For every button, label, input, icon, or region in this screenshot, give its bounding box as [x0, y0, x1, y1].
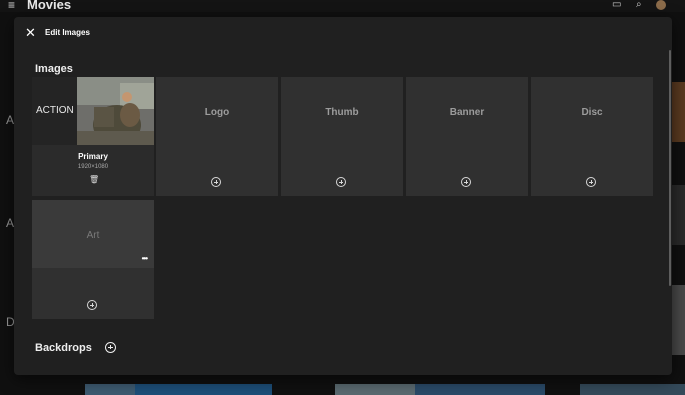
background-poster	[85, 384, 135, 395]
add-circle-icon[interactable]	[87, 300, 97, 310]
app-header: ≡ Movies ▭ ⌕	[0, 0, 685, 12]
add-circle-icon[interactable]	[211, 177, 221, 187]
card-label: Logo	[204, 107, 230, 118]
backdrops-section-title: Backdrops	[35, 342, 92, 354]
image-card-logo: Logo	[156, 77, 278, 196]
more-horiz-icon[interactable]: •••	[142, 255, 148, 263]
primary-image: ACTION	[32, 77, 154, 145]
image-card-art: Art •••	[32, 200, 154, 319]
background-poster	[135, 384, 272, 395]
close-icon[interactable]: ✕	[25, 26, 36, 40]
image-card-primary[interactable]: ACTION Primary 1920×1080 🗑	[32, 77, 154, 196]
background-poster	[415, 384, 545, 395]
images-section-title: Images	[35, 63, 73, 75]
background-row-letter: A	[6, 113, 15, 127]
cast-icon[interactable]: ▭	[612, 0, 621, 11]
scrollbar[interactable]	[669, 50, 671, 286]
trash-icon[interactable]: 🗑	[89, 176, 99, 184]
primary-label: Primary	[78, 152, 108, 161]
background-row-letter: A	[6, 216, 15, 230]
primary-caption: Primary 1920×1080 🗑	[32, 145, 154, 196]
app-title: Movies	[27, 0, 72, 12]
image-card-thumb: Thumb	[281, 77, 403, 196]
add-circle-icon[interactable]	[336, 177, 346, 187]
card-label: Thumb	[325, 107, 359, 118]
add-circle-icon[interactable]	[461, 177, 471, 187]
card-label: Banner	[449, 107, 485, 118]
add-circle-icon[interactable]	[586, 177, 596, 187]
image-card-banner: Banner	[406, 77, 528, 196]
primary-resolution: 1920×1080	[77, 164, 109, 170]
search-icon[interactable]: ⌕	[636, 0, 642, 11]
edit-images-dialog: ✕ Edit Images Images ACTION Primary 1920…	[14, 17, 672, 375]
image-card-disc: Disc	[531, 77, 653, 196]
card-label: Disc	[581, 107, 603, 118]
background-poster	[672, 185, 685, 245]
background-poster	[335, 384, 415, 395]
avatar[interactable]	[656, 0, 666, 10]
card-label: Art	[86, 230, 100, 241]
add-circle-icon[interactable]	[105, 342, 116, 353]
primary-poster-text: ACTION	[36, 105, 74, 116]
dialog-title: Edit Images	[45, 28, 90, 37]
background-poster	[580, 384, 685, 395]
hamburger-icon[interactable]: ≡	[8, 0, 15, 11]
background-poster	[672, 285, 685, 355]
background-poster	[672, 82, 685, 142]
